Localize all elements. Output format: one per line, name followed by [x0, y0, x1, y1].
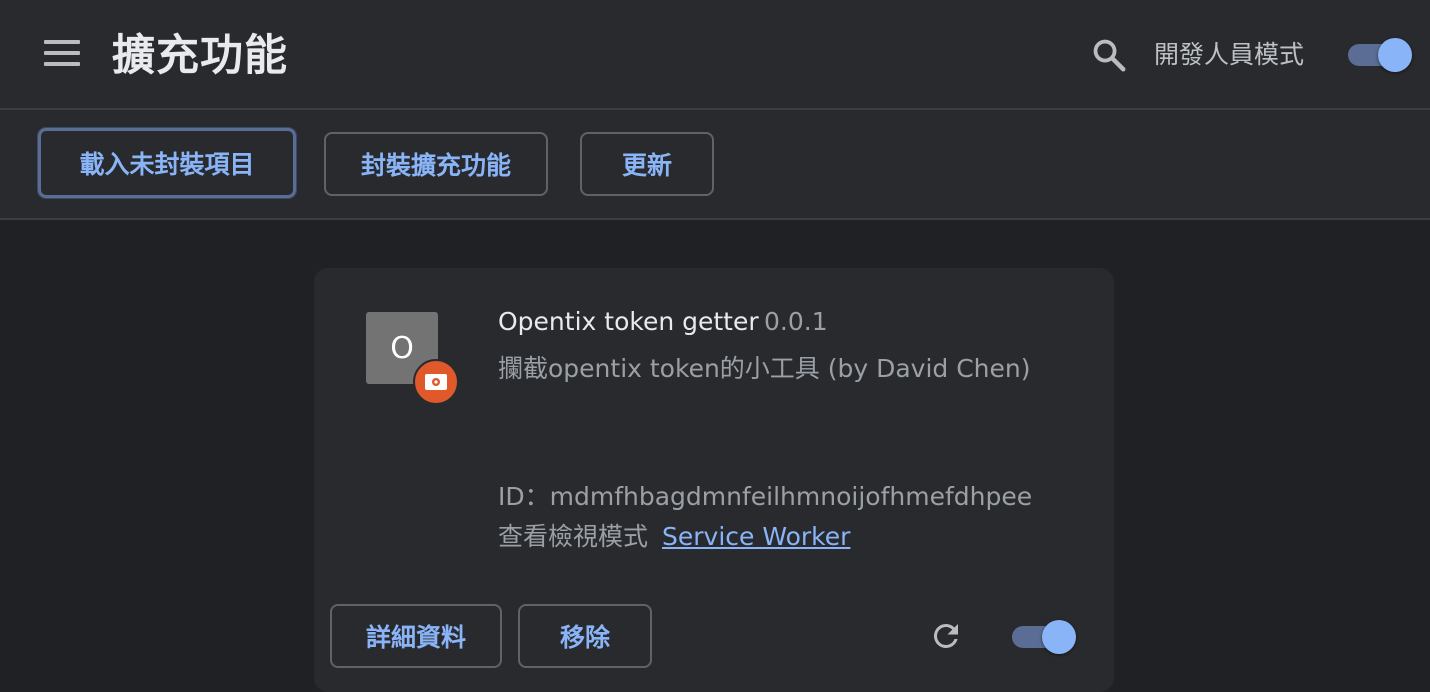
unpacked-badge-icon — [413, 359, 459, 405]
developer-toolbar: 載入未封裝項目 封裝擴充功能 更新 — [0, 110, 1430, 220]
extension-description: 攔截opentix token的小工具 (by David Chen) — [498, 354, 1031, 383]
extension-enable-toggle[interactable] — [1012, 620, 1076, 654]
menu-icon[interactable] — [44, 40, 80, 70]
inspect-views-label: 查看檢視模式 — [498, 522, 649, 551]
details-button[interactable]: 詳細資料 — [330, 604, 502, 668]
service-worker-link[interactable]: Service Worker — [662, 520, 850, 554]
pack-extension-button[interactable]: 封裝擴充功能 — [324, 132, 548, 196]
page-title: 擴充功能 — [112, 31, 288, 81]
extension-id: ID：mdmfhbagdmnfeilhmnoijofhmefdhpee — [498, 482, 1033, 511]
developer-mode-label: 開發人員模式 — [1154, 40, 1305, 69]
extension-version: 0.0.1 — [764, 307, 828, 336]
header-bar: 擴充功能 開發人員模式 — [0, 0, 1430, 110]
reload-icon[interactable] — [928, 618, 964, 654]
update-button[interactable]: 更新 — [580, 132, 714, 196]
load-unpacked-button[interactable]: 載入未封裝項目 — [38, 128, 296, 198]
developer-mode-toggle[interactable] — [1348, 38, 1412, 72]
extension-name: Opentix token getter — [498, 307, 759, 336]
search-icon[interactable] — [1090, 36, 1128, 74]
remove-button[interactable]: 移除 — [518, 604, 652, 668]
